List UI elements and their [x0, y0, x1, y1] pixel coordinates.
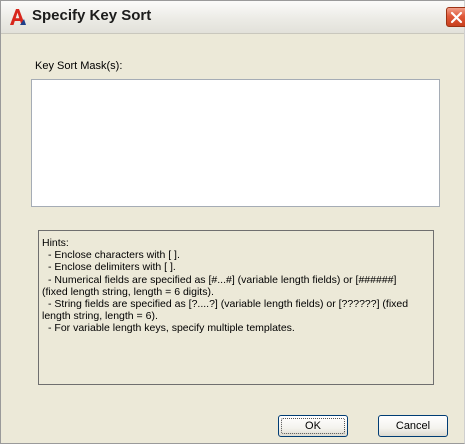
- hint-line: - For variable length keys, specify mult…: [48, 322, 295, 335]
- hint-line: - Enclose delimiters with [ ].: [48, 261, 176, 274]
- dialog-title: Specify Key Sort: [32, 7, 152, 24]
- close-x-icon: [450, 11, 463, 24]
- hint-line: length string, length = 6).: [42, 310, 158, 323]
- hints-panel: Hints: - Enclose characters with [ ]. - …: [38, 230, 434, 385]
- hints-heading: Hints:: [42, 237, 69, 249]
- ok-button-label: OK: [305, 420, 321, 432]
- key-sort-mask-label: Key Sort Mask(s):: [35, 60, 123, 72]
- autocad-a-icon: [9, 8, 27, 26]
- cancel-button-label: Cancel: [395, 420, 431, 432]
- specify-key-sort-dialog: Specify Key Sort Key Sort Mask(s): Hints…: [0, 0, 465, 444]
- hint-line: - Enclose characters with [ ].: [48, 249, 180, 262]
- title-bar[interactable]: Specify Key Sort: [1, 1, 465, 34]
- hint-line: - String fields are specified as [?....?…: [48, 298, 409, 311]
- key-sort-mask-input[interactable]: [31, 79, 440, 207]
- cancel-button[interactable]: Cancel: [378, 415, 448, 437]
- close-button[interactable]: [446, 7, 465, 27]
- hint-line: - Numerical fields are specified as [#..…: [48, 273, 397, 286]
- hint-line: (fixed length string, length = 6 digits)…: [42, 285, 214, 298]
- ok-button[interactable]: OK: [278, 415, 348, 437]
